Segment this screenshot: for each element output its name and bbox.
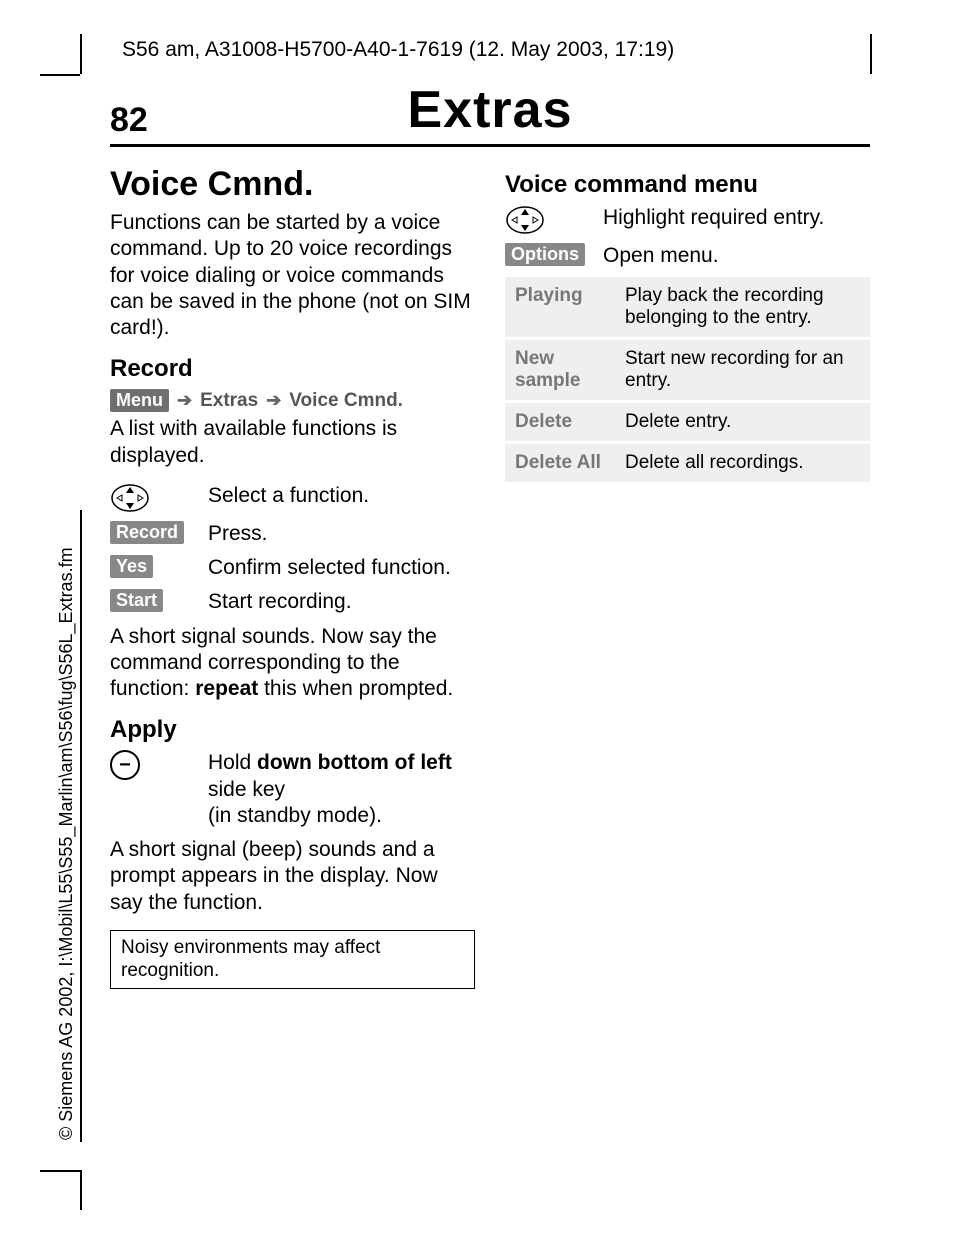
menu-label: New sample [505, 339, 615, 402]
yes-action-text: Confirm selected function. [208, 555, 451, 581]
table-row: Playing Play back the recording belongin… [505, 277, 870, 339]
left-column: Voice Cmnd. Functions can be started by … [110, 165, 475, 989]
record-outro: A short signal sounds. Now say the comma… [110, 624, 475, 703]
menu-label: Delete [505, 402, 615, 443]
subheading-menu: Voice command menu [505, 171, 870, 199]
options-text: Open menu. [603, 243, 719, 269]
copyright-text: © Siemens AG 2002, I:\Mobil\L55\S55_Marl… [56, 547, 77, 1140]
apply-hold-text: Hold down bottom of left side key (in st… [208, 750, 475, 829]
nav-key-icon [505, 205, 545, 235]
crop-mark [80, 1170, 82, 1210]
page-number: 82 [110, 101, 190, 140]
intro-text: Functions can be started by a voice comm… [110, 210, 475, 341]
crop-mark [80, 34, 82, 74]
table-row: Delete Delete entry. [505, 402, 870, 443]
subheading-record: Record [110, 355, 475, 383]
highlight-text: Highlight required entry. [603, 205, 824, 235]
menu-desc: Start new recording for an entry. [615, 339, 870, 402]
nav-extras: Extras [200, 390, 258, 412]
arrow-icon: ➔ [177, 390, 192, 411]
menu-desc: Play back the recording belonging to the… [615, 277, 870, 339]
crop-mark [870, 34, 872, 74]
yes-softkey: Yes [110, 555, 153, 578]
start-action-text: Start recording. [208, 589, 352, 615]
record-softkey: Record [110, 521, 184, 544]
start-softkey: Start [110, 589, 163, 612]
options-menu-table: Playing Play back the recording belongin… [505, 277, 870, 482]
note-box: Noisy environments may affect recognitio… [110, 930, 475, 990]
title-bar: 82 Extras [110, 80, 870, 147]
doc-header: S56 am, A31008-H5700-A40-1-7619 (12. May… [122, 38, 674, 62]
outro-bold: repeat [195, 677, 258, 700]
nav-breadcrumb: Menu ➔ Extras ➔ Voice Cmnd. [110, 389, 475, 412]
nav-key-icon [110, 483, 150, 513]
menu-label: Playing [505, 277, 615, 339]
arrow-icon: ➔ [266, 390, 281, 411]
options-softkey: Options [505, 243, 585, 266]
table-row: New sample Start new recording for an en… [505, 339, 870, 402]
table-row: Delete All Delete all recordings. [505, 443, 870, 483]
outro-post: this when prompted. [258, 677, 453, 700]
crop-mark [40, 74, 80, 76]
hold-bold: down bottom of left [257, 751, 452, 774]
menu-desc: Delete entry. [615, 402, 870, 443]
menu-desc: Delete all recordings. [615, 443, 870, 483]
hold-post: (in standby mode). [208, 804, 382, 827]
menu-softkey: Menu [110, 389, 169, 412]
record-action-text: Press. [208, 521, 268, 547]
right-column: Voice command menu Highlight required en… [505, 165, 870, 989]
minus-key-icon: − [110, 750, 140, 780]
nav-voice: Voice Cmnd. [289, 390, 403, 412]
select-function-text: Select a function. [208, 483, 369, 513]
menu-label: Delete All [505, 443, 615, 483]
side-rule [80, 510, 82, 1142]
subheading-apply: Apply [110, 716, 475, 744]
record-line1: A list with available functions is displ… [110, 416, 475, 469]
page-title: Extras [190, 80, 790, 140]
apply-outro: A short signal (beep) sounds and a promp… [110, 837, 475, 916]
section-heading: Voice Cmnd. [110, 165, 475, 204]
crop-mark [40, 1170, 80, 1172]
hold-pre: Hold [208, 751, 257, 774]
hold-mid: side key [208, 778, 285, 801]
